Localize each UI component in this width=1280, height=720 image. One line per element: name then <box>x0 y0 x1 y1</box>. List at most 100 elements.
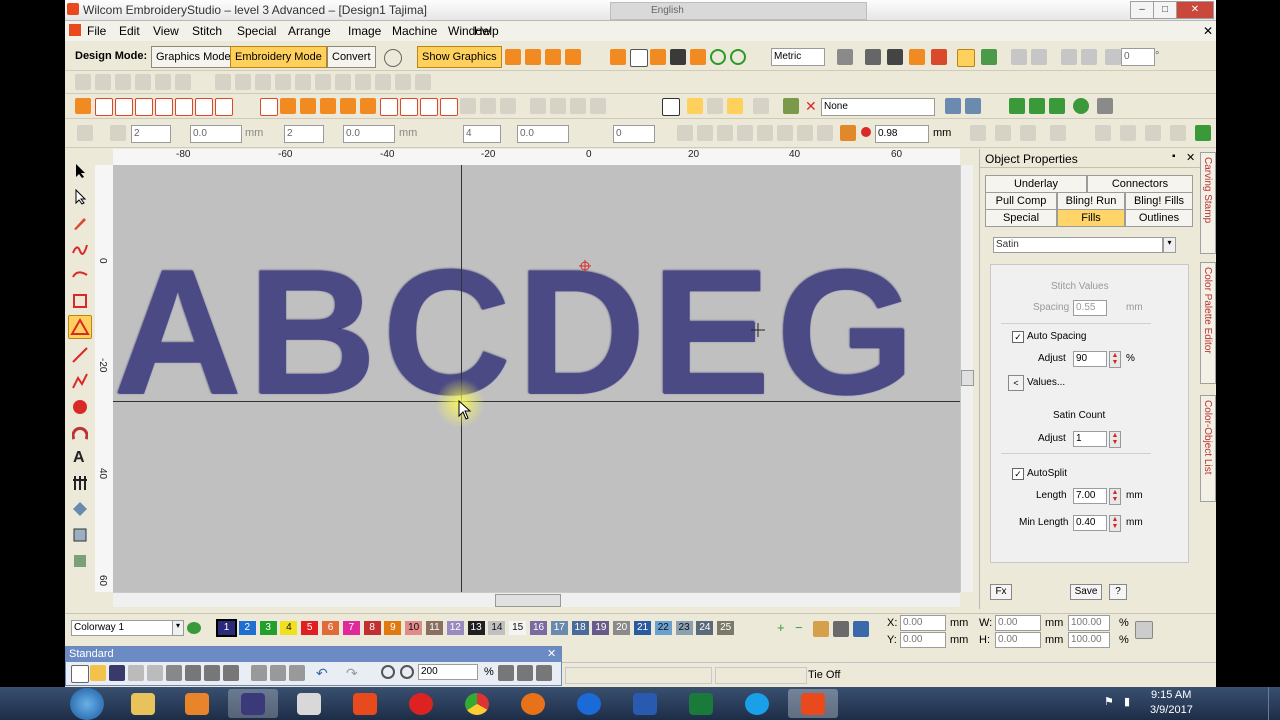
refresh-icon[interactable] <box>710 49 726 65</box>
taskbar-wilcom-2[interactable] <box>788 689 838 718</box>
taskbar-excel[interactable] <box>676 689 726 718</box>
copy-icon[interactable] <box>95 74 111 90</box>
tab-connectors[interactable]: Connectors <box>1087 175 1193 193</box>
tab-bling-run[interactable]: Bling! Run <box>1057 192 1125 210</box>
open-file-icon[interactable] <box>90 665 106 681</box>
triple-run-icon[interactable] <box>300 98 316 114</box>
angle-field-1[interactable]: 4 <box>463 125 501 143</box>
measure-icon[interactable] <box>837 49 853 65</box>
color-swatch[interactable]: 10 <box>405 621 423 635</box>
step-icon[interactable] <box>115 98 133 116</box>
applique-icon[interactable] <box>72 501 88 517</box>
values-collapse-button[interactable]: < <box>1008 375 1024 391</box>
paste-tb-icon[interactable] <box>289 665 305 681</box>
grid-toggle-icon[interactable] <box>498 665 514 681</box>
circle-icon[interactable] <box>1073 98 1089 114</box>
wave-icon[interactable] <box>175 98 193 116</box>
branch-icon[interactable] <box>1049 98 1065 114</box>
lock-icon[interactable] <box>135 74 151 90</box>
maximize-button[interactable]: □ <box>1153 1 1177 19</box>
effects-icon[interactable] <box>783 98 799 114</box>
fill-holes-icon[interactable] <box>530 98 546 114</box>
taskbar-app-w[interactable] <box>396 689 446 718</box>
prop-icon-13[interactable] <box>1095 125 1111 141</box>
effect-select[interactable]: None <box>821 98 935 116</box>
menu-view[interactable]: View <box>153 24 179 38</box>
shape-tool-icon[interactable] <box>68 315 92 339</box>
monogram-icon[interactable] <box>72 475 88 491</box>
values-link[interactable]: Values... <box>1027 377 1065 388</box>
cut-tb-icon[interactable] <box>251 665 267 681</box>
sequence-icon[interactable] <box>1097 98 1113 114</box>
color-swatch[interactable]: 19 <box>592 621 610 635</box>
ellipse-icon[interactable] <box>72 399 88 415</box>
taskbar-teamviewer[interactable] <box>564 689 614 718</box>
image-icon[interactable] <box>670 49 686 65</box>
print-file-icon[interactable] <box>185 665 201 681</box>
curve-stitch-icon[interactable] <box>545 49 561 65</box>
approval-icon[interactable] <box>223 665 239 681</box>
minimize-button[interactable]: – <box>1130 1 1154 19</box>
color-swatch[interactable]: 16 <box>530 621 547 635</box>
line-tool-icon[interactable] <box>72 347 88 363</box>
align-icon[interactable] <box>610 49 626 65</box>
menu-special[interactable]: Special <box>237 24 276 38</box>
redo-icon[interactable]: ↷ <box>346 665 358 682</box>
prop-icon-1[interactable] <box>677 125 693 141</box>
tree-icon[interactable] <box>981 49 997 65</box>
sequin-icon[interactable] <box>215 98 233 116</box>
connect-icon[interactable] <box>1009 98 1025 114</box>
color-list-icon[interactable] <box>833 621 849 637</box>
menu-edit[interactable]: Edit <box>119 24 140 38</box>
space-icon[interactable] <box>375 74 391 90</box>
color-swatch[interactable]: 13 <box>467 621 485 635</box>
tab-bling-fills[interactable]: Bling! Fills <box>1125 192 1193 210</box>
align-center-icon[interactable] <box>235 74 251 90</box>
color-swatch[interactable]: 18 <box>571 621 589 635</box>
rotate-icon[interactable] <box>1105 49 1121 65</box>
fx-button[interactable]: Fx <box>990 584 1012 600</box>
menu-help[interactable]: Help <box>474 24 499 38</box>
units-select[interactable]: Metric <box>771 48 825 66</box>
pin-icon[interactable]: ▪ <box>1172 151 1176 162</box>
horizontal-scrollbar[interactable] <box>113 592 960 607</box>
adjust2-input[interactable]: 1 <box>1073 431 1107 447</box>
zigzag-icon[interactable] <box>380 98 398 116</box>
stitch-angle-icon[interactable] <box>687 98 703 114</box>
dropdown-arrow-icon[interactable]: ▾ <box>1163 237 1176 253</box>
prop-icon-6[interactable] <box>777 125 793 141</box>
skew-icon[interactable] <box>1081 49 1097 65</box>
offset-field[interactable]: 0 <box>613 125 655 143</box>
trace-icon[interactable] <box>72 527 88 543</box>
order-icon[interactable] <box>395 74 411 90</box>
freehand-icon[interactable] <box>72 241 88 257</box>
autosplit-checkbox[interactable]: ✓ <box>1012 468 1024 480</box>
checkbox-icon[interactable] <box>662 98 680 116</box>
embroidered-lettering[interactable]: ABCDEG <box>113 243 920 421</box>
fancy-icon[interactable] <box>135 98 153 116</box>
align-top-icon[interactable] <box>275 74 291 90</box>
save-button[interactable]: Save <box>1070 584 1102 600</box>
color-swatch[interactable]: 12 <box>446 621 464 635</box>
tile-icon[interactable] <box>415 74 431 90</box>
color-dot-icon[interactable] <box>861 127 871 137</box>
color-swatch[interactable]: 6 <box>322 621 339 635</box>
warning-icon[interactable] <box>727 98 743 114</box>
auto-spacing-checkbox[interactable]: ✓ <box>1012 331 1024 343</box>
ungroup-icon[interactable] <box>175 74 191 90</box>
clock-date[interactable]: 3/9/2017 <box>1150 704 1193 716</box>
tab-special[interactable]: Special <box>985 209 1057 227</box>
paste-icon[interactable] <box>115 74 131 90</box>
stitch-edit-icon[interactable] <box>72 267 88 283</box>
satin-icon[interactable] <box>75 98 91 114</box>
prop-icon-10[interactable] <box>995 125 1011 141</box>
prop-icon-17[interactable] <box>1195 125 1211 141</box>
color-settings-icon[interactable] <box>853 621 869 637</box>
length-spinner[interactable]: ▲ ▼ <box>1109 488 1121 505</box>
grid-icon[interactable] <box>630 49 648 67</box>
more-tools-icon[interactable] <box>536 665 552 681</box>
pen-icon[interactable] <box>72 215 88 231</box>
taskbar-chrome[interactable] <box>452 689 502 718</box>
color-swatch[interactable]: 9 <box>384 621 402 635</box>
horizontal-scroll-thumb[interactable] <box>495 594 561 607</box>
